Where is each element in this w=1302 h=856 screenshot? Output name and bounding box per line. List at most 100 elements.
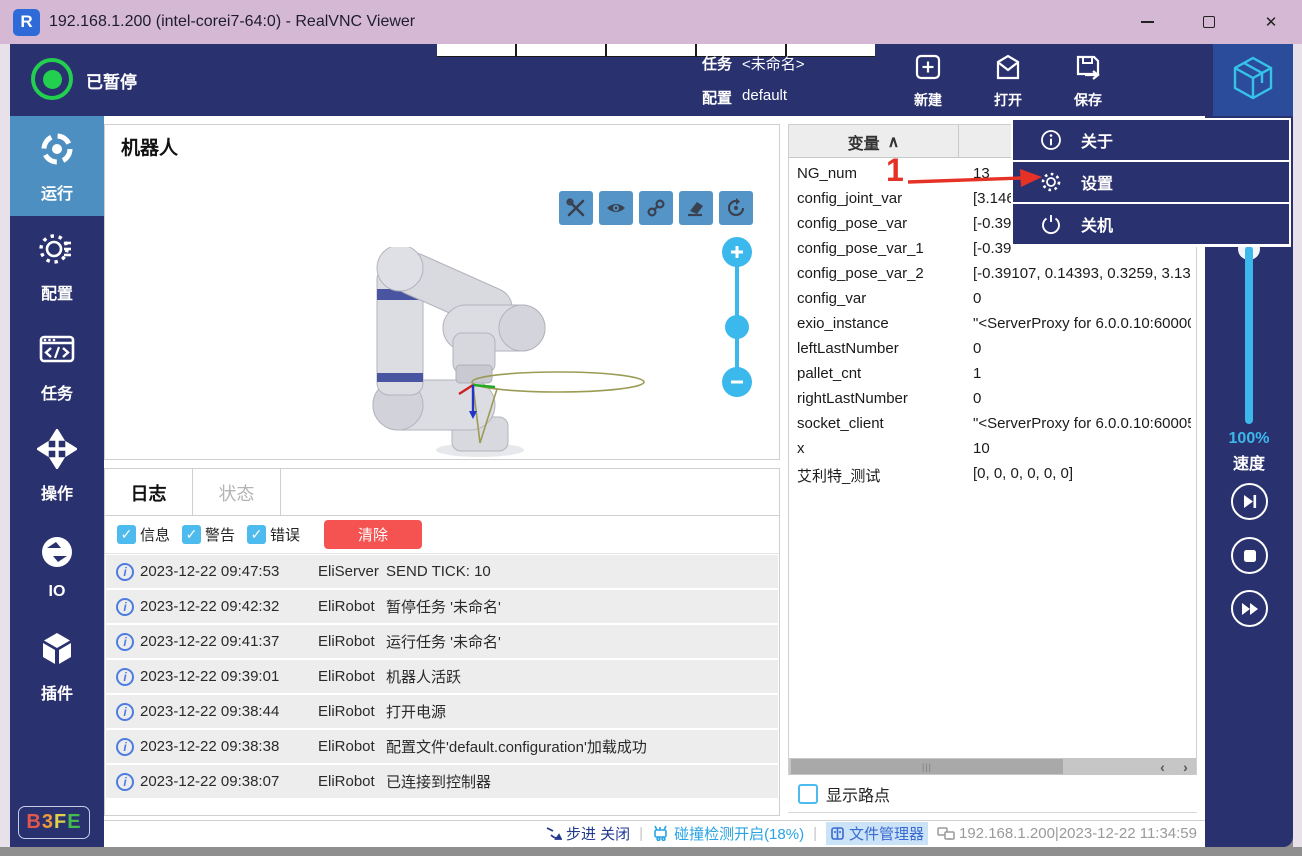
reset-view-button[interactable] bbox=[719, 191, 753, 225]
window-title: 192.168.1.200 (intel-corei7-64:0) - Real… bbox=[49, 13, 415, 31]
open-file-icon bbox=[993, 52, 1023, 87]
tab-log[interactable]: 日志 bbox=[105, 469, 193, 516]
view-toolbar bbox=[559, 191, 753, 225]
about-icon bbox=[1039, 129, 1063, 151]
info-icon: i bbox=[116, 563, 134, 581]
log-row[interactable]: i 2023-12-22 09:41:37 EliRobot 运行任务 '未命名… bbox=[106, 625, 778, 658]
window-frame-left bbox=[0, 44, 10, 847]
maximize-button[interactable] bbox=[1178, 0, 1240, 44]
robot-status-label: 已暂停 bbox=[86, 68, 137, 93]
variable-row[interactable]: exio_instance"<ServerProxy for 6.0.0.10:… bbox=[789, 312, 1196, 337]
scroll-right-button[interactable]: › bbox=[1175, 758, 1196, 775]
info-icon: i bbox=[116, 738, 134, 756]
variable-row[interactable]: x10 bbox=[789, 437, 1196, 462]
plugin-icon bbox=[37, 629, 77, 674]
stop-button[interactable] bbox=[1231, 537, 1268, 574]
info-icon: i bbox=[116, 773, 134, 791]
config-row: 配置 default bbox=[702, 87, 787, 108]
show-waypoints-row: 显示路点 bbox=[788, 775, 1197, 813]
sidebar-item-configure[interactable]: 配置 bbox=[10, 216, 104, 316]
variable-row[interactable]: config_pose_var_2[-0.39107, 0.14393, 0.3… bbox=[789, 262, 1196, 287]
checkbox-checked-icon: ✓ bbox=[117, 525, 136, 544]
path-button[interactable] bbox=[639, 191, 673, 225]
log-row[interactable]: i 2023-12-22 09:42:32 EliRobot 暂停任务 '未命名… bbox=[106, 590, 778, 623]
close-button[interactable]: ✕ bbox=[1240, 0, 1302, 44]
robot-status-icon bbox=[31, 58, 73, 100]
elite-cube-logo-icon bbox=[1229, 54, 1277, 107]
config-value: default bbox=[742, 87, 787, 108]
variables-sort-header[interactable]: 变量 ∧ bbox=[789, 125, 959, 158]
window-frame-bottom bbox=[0, 847, 1302, 856]
speed-slider-track[interactable] bbox=[1245, 246, 1253, 424]
step-mode-toggle[interactable]: 步进 关闭 bbox=[545, 823, 630, 844]
variable-row[interactable]: pallet_cnt1 bbox=[789, 362, 1196, 387]
variable-row[interactable]: 艾利特_测试[0, 0, 0, 0, 0, 0] bbox=[789, 462, 1196, 487]
variable-row[interactable]: config_var0 bbox=[789, 287, 1196, 312]
tab-status[interactable]: 状态 bbox=[193, 469, 281, 516]
task-icon bbox=[37, 329, 77, 374]
robot-panel-title: 机器人 bbox=[121, 133, 178, 160]
menu-item-about[interactable]: 关于 bbox=[1013, 120, 1289, 160]
titlebar: R 192.168.1.200 (intel-corei7-64:0) - Re… bbox=[0, 0, 1302, 44]
zoom-control bbox=[717, 237, 757, 397]
checkbox-checked-icon: ✓ bbox=[247, 525, 266, 544]
scroll-left-button[interactable]: ‹ bbox=[1152, 758, 1173, 775]
clear-log-button[interactable]: 清除 bbox=[324, 520, 422, 549]
minimize-button[interactable] bbox=[1116, 0, 1178, 44]
log-tabs: 日志 状态 bbox=[105, 469, 779, 516]
file-manager-icon bbox=[830, 826, 845, 841]
scrollbar-thumb[interactable]: ||| bbox=[791, 759, 1063, 774]
separator: | bbox=[639, 825, 643, 842]
info-icon: i bbox=[116, 598, 134, 616]
app-menu-button[interactable] bbox=[1213, 44, 1293, 116]
eraser-button[interactable] bbox=[679, 191, 713, 225]
file-manager-button[interactable]: 文件管理器 bbox=[826, 822, 928, 845]
run-icon bbox=[37, 129, 77, 174]
horizontal-scrollbar[interactable]: ||| ‹ › bbox=[789, 758, 1196, 775]
log-row[interactable]: i 2023-12-22 09:39:01 EliRobot 机器人活跃 bbox=[106, 660, 778, 693]
robot-3d-view[interactable] bbox=[315, 247, 695, 462]
sidebar-item-io[interactable]: IO bbox=[10, 516, 104, 616]
zoom-slider-thumb[interactable] bbox=[725, 315, 749, 339]
variable-row[interactable]: socket_client"<ServerProxy for 6.0.0.10:… bbox=[789, 412, 1196, 437]
open-task-button[interactable]: 打开 bbox=[970, 50, 1046, 112]
zoom-in-button[interactable] bbox=[722, 237, 752, 267]
filter-info-checkbox[interactable]: ✓ 信息 bbox=[117, 524, 170, 545]
log-row[interactable]: i 2023-12-22 09:38:07 EliRobot 已连接到控制器 bbox=[106, 765, 778, 798]
checkbox-checked-icon: ✓ bbox=[182, 525, 201, 544]
sidebar-item-plugin[interactable]: 插件 bbox=[10, 616, 104, 716]
log-row[interactable]: i 2023-12-22 09:38:44 EliRobot 打开电源 bbox=[106, 695, 778, 728]
variable-row[interactable]: rightLastNumber0 bbox=[789, 387, 1196, 412]
step-run-button[interactable] bbox=[1231, 483, 1268, 520]
sidebar-item-jog[interactable]: 操作 bbox=[10, 416, 104, 516]
log-row[interactable]: i 2023-12-22 09:47:53 EliServer SEND TIC… bbox=[106, 555, 778, 588]
show-waypoints-checkbox[interactable] bbox=[798, 784, 818, 804]
info-icon: i bbox=[116, 668, 134, 686]
status-bar: 步进 关闭 | 碰撞检测开启(18%) | 文件管理器 192.168.1.20… bbox=[104, 820, 1205, 845]
fast-forward-button[interactable] bbox=[1231, 590, 1268, 627]
collision-detection-toggle[interactable]: 碰撞检测开启(18%) bbox=[652, 823, 804, 844]
tools-button[interactable] bbox=[559, 191, 593, 225]
menu-item-shutdown[interactable]: 关机 bbox=[1013, 204, 1289, 244]
menu-item-settings[interactable]: 设置 bbox=[1013, 162, 1289, 202]
left-nav-sidebar: 运行 配置 任务 操作 IO 插件 B3FE bbox=[10, 116, 104, 847]
zoom-out-button[interactable] bbox=[722, 367, 752, 397]
minimize-icon bbox=[1141, 21, 1154, 23]
caret-up-icon: ∧ bbox=[888, 132, 900, 152]
configure-icon bbox=[37, 229, 77, 274]
task-value: <未命名> bbox=[742, 53, 805, 74]
log-row[interactable]: i 2023-12-22 09:38:38 EliRobot 配置文件'defa… bbox=[106, 730, 778, 763]
scrollbar-grip-icon: ||| bbox=[922, 762, 932, 772]
save-task-button[interactable]: 保存 bbox=[1050, 50, 1126, 112]
visibility-button[interactable] bbox=[599, 191, 633, 225]
filter-warning-checkbox[interactable]: ✓ 警告 bbox=[182, 524, 235, 545]
sidebar-item-run[interactable]: 运行 bbox=[10, 116, 104, 216]
save-icon bbox=[1073, 52, 1103, 87]
filter-error-checkbox[interactable]: ✓ 错误 bbox=[247, 524, 300, 545]
new-file-icon bbox=[913, 52, 943, 87]
robot-3d-panel: 机器人 bbox=[104, 124, 780, 460]
shutdown-icon bbox=[1039, 213, 1063, 235]
variable-row[interactable]: leftLastNumber0 bbox=[789, 337, 1196, 362]
sidebar-item-task[interactable]: 任务 bbox=[10, 316, 104, 416]
new-task-button[interactable]: 新建 bbox=[890, 50, 966, 112]
